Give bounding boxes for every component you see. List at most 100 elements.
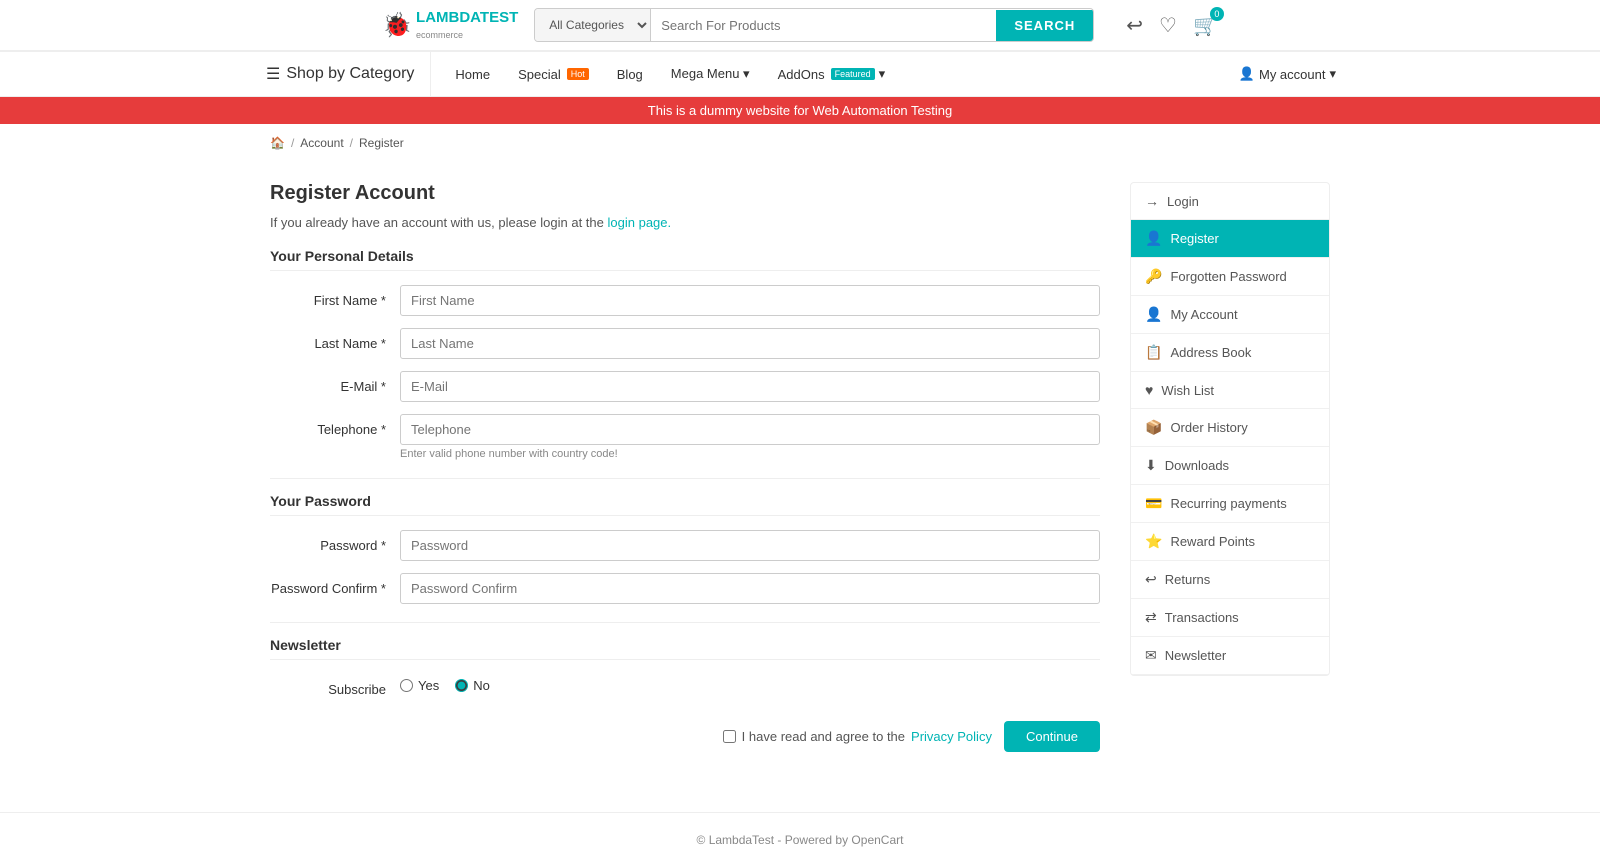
breadcrumb: 🏠 / Account / Register: [250, 136, 1350, 150]
my-account-icon: 👤: [1145, 306, 1162, 323]
subscribe-yes-text: Yes: [418, 678, 439, 693]
sidebar-item-downloads[interactable]: ⬇ Downloads: [1131, 447, 1329, 485]
sidebar-item-transactions[interactable]: ⇄ Transactions: [1131, 599, 1329, 637]
sidebar-login-label: Login: [1167, 194, 1199, 209]
sidebar-item-newsletter[interactable]: ✉ Newsletter: [1131, 637, 1329, 675]
email-group: E-Mail *: [270, 371, 1100, 402]
page-title: Register Account: [270, 182, 1100, 205]
first-name-label: First Name *: [270, 285, 400, 308]
subscribe-yes-label[interactable]: Yes: [400, 678, 439, 693]
wishlist-icon[interactable]: ♡: [1159, 13, 1177, 38]
reward-points-icon: ⭐: [1145, 533, 1162, 550]
banner-text: This is a dummy website for Web Automati…: [648, 103, 952, 118]
password-confirm-input[interactable]: [400, 573, 1100, 604]
section-divider-password: [270, 478, 1100, 479]
downloads-icon: ⬇: [1145, 457, 1157, 474]
sidebar-menu: → Login 👤 Register 🔑 Forgotten Password …: [1130, 182, 1330, 676]
nav-mega-menu[interactable]: Mega Menu ▾: [657, 54, 764, 94]
sidebar-reward-label: Reward Points: [1170, 534, 1255, 549]
agree-label[interactable]: I have read and agree to the Privacy Pol…: [723, 729, 992, 744]
back-icon[interactable]: ↩: [1126, 13, 1143, 38]
nav-special[interactable]: Special Hot: [504, 55, 603, 94]
continue-button[interactable]: Continue: [1004, 721, 1100, 752]
register-icon: 👤: [1145, 230, 1162, 247]
order-history-icon: 📦: [1145, 419, 1162, 436]
telephone-input[interactable]: [400, 414, 1100, 445]
sidebar-item-address-book[interactable]: 📋 Address Book: [1131, 334, 1329, 372]
password-group: Password *: [270, 530, 1100, 561]
breadcrumb-account[interactable]: Account: [300, 136, 343, 150]
breadcrumb-current: Register: [359, 136, 404, 150]
sidebar-item-forgotten-password[interactable]: 🔑 Forgotten Password: [1131, 258, 1329, 296]
password-input[interactable]: [400, 530, 1100, 561]
header-icons: ↩ ♡ 🛒 0: [1126, 13, 1218, 38]
nav-addons[interactable]: AddOns Featured ▾: [764, 54, 900, 94]
sidebar-item-login[interactable]: → Login: [1131, 183, 1329, 220]
sidebar-transactions-label: Transactions: [1165, 610, 1239, 625]
address-book-icon: 📋: [1145, 344, 1162, 361]
telephone-group: Telephone * Enter valid phone number wit…: [270, 414, 1100, 460]
subscribe-no-label[interactable]: No: [455, 678, 490, 693]
sidebar-order-label: Order History: [1170, 420, 1247, 435]
logo-text: LAMBDATEST: [416, 9, 518, 26]
logo-sub: ecommerce: [416, 30, 463, 40]
nav-home[interactable]: Home: [441, 55, 504, 94]
first-name-group: First Name *: [270, 285, 1100, 316]
personal-details-title: Your Personal Details: [270, 248, 1100, 271]
nav-links: Home Special Hot Blog Mega Menu ▾ AddOns…: [441, 54, 899, 94]
password-confirm-label: Password Confirm *: [270, 573, 400, 596]
email-field: [400, 371, 1100, 402]
recurring-payments-icon: 💳: [1145, 495, 1162, 512]
agree-row: I have read and agree to the Privacy Pol…: [270, 721, 1100, 752]
nav-bar: ☰ Shop by Category Home Special Hot Blog…: [0, 51, 1600, 97]
returns-icon: ↩: [1145, 571, 1157, 588]
sidebar-item-recurring-payments[interactable]: 💳 Recurring payments: [1131, 485, 1329, 523]
footer-text: © LambdaTest - Powered by OpenCart: [697, 833, 904, 847]
site-header: 🐞 LAMBDATEST ecommerce All Categories SE…: [0, 0, 1600, 51]
sidebar-register-label: Register: [1170, 231, 1218, 246]
login-page-link[interactable]: login page.: [608, 215, 672, 230]
sidebar-address-label: Address Book: [1170, 345, 1251, 360]
subscribe-radio-group: Yes No: [400, 674, 1100, 693]
breadcrumb-home[interactable]: 🏠: [270, 136, 285, 150]
logo[interactable]: 🐞 LAMBDATEST ecommerce: [382, 9, 518, 41]
first-name-input[interactable]: [400, 285, 1100, 316]
category-select[interactable]: All Categories: [535, 9, 651, 41]
logo-icon: 🐞: [382, 11, 412, 40]
last-name-input[interactable]: [400, 328, 1100, 359]
sidebar-wish-label: Wish List: [1161, 383, 1214, 398]
cart-badge: 0: [1210, 7, 1224, 21]
sidebar-item-register[interactable]: 👤 Register: [1131, 220, 1329, 258]
transactions-icon: ⇄: [1145, 609, 1157, 626]
email-input[interactable]: [400, 371, 1100, 402]
last-name-group: Last Name *: [270, 328, 1100, 359]
sidebar-item-order-history[interactable]: 📦 Order History: [1131, 409, 1329, 447]
password-confirm-field: [400, 573, 1100, 604]
agree-checkbox[interactable]: [723, 730, 736, 743]
sidebar-item-wish-list[interactable]: ♥ Wish List: [1131, 372, 1329, 409]
password-field: [400, 530, 1100, 561]
shop-by-category[interactable]: ☰ Shop by Category: [250, 52, 431, 96]
sidebar-my-account-label: My Account: [1170, 307, 1237, 322]
login-notice-text: If you already have an account with us, …: [270, 215, 604, 230]
newsletter-title: Newsletter: [270, 637, 1100, 660]
cart-icon[interactable]: 🛒 0: [1193, 13, 1218, 38]
hamburger-icon: ☰: [266, 64, 280, 84]
sidebar-item-reward-points[interactable]: ⭐ Reward Points: [1131, 523, 1329, 561]
sidebar-returns-label: Returns: [1165, 572, 1211, 587]
email-label: E-Mail *: [270, 371, 400, 394]
privacy-policy-link[interactable]: Privacy Policy: [911, 729, 992, 744]
sidebar-item-my-account[interactable]: 👤 My Account: [1131, 296, 1329, 334]
subscribe-no-radio[interactable]: [455, 679, 468, 692]
sidebar-item-returns[interactable]: ↩ Returns: [1131, 561, 1329, 599]
subscribe-yes-radio[interactable]: [400, 679, 413, 692]
search-area: All Categories SEARCH: [534, 8, 1094, 42]
sidebar: → Login 👤 Register 🔑 Forgotten Password …: [1130, 182, 1330, 752]
nav-blog[interactable]: Blog: [603, 55, 657, 94]
subscribe-field: Yes No: [400, 674, 1100, 693]
nav-account[interactable]: 👤 My account ▾: [1225, 54, 1350, 94]
search-input[interactable]: [651, 10, 996, 41]
telephone-field: Enter valid phone number with country co…: [400, 414, 1100, 460]
search-button[interactable]: SEARCH: [996, 10, 1093, 41]
subscribe-no-text: No: [473, 678, 490, 693]
